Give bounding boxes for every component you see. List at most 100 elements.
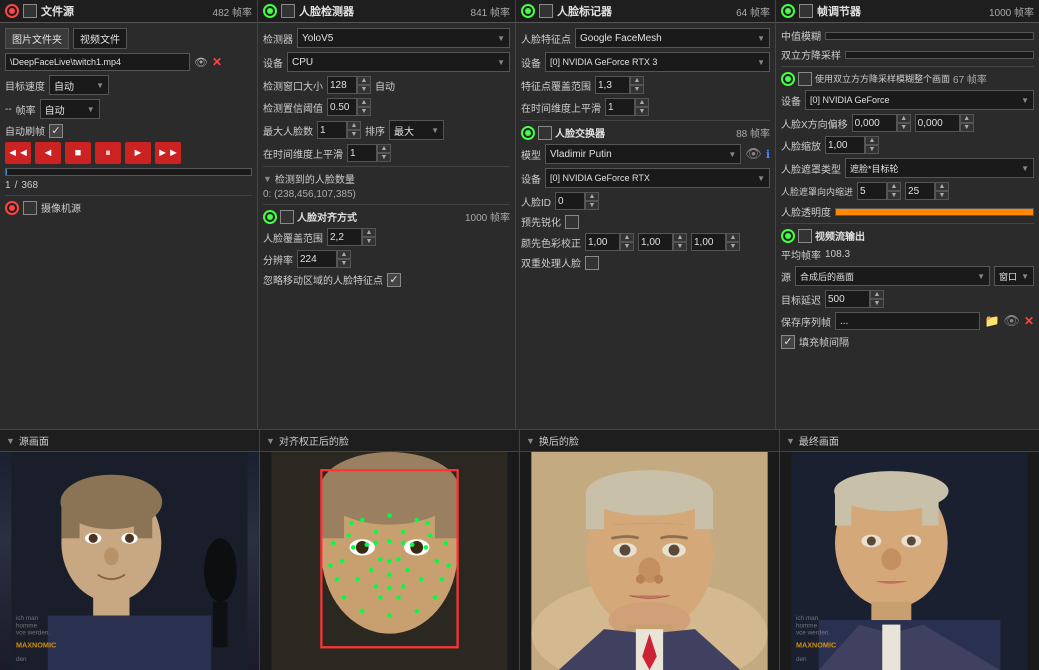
marker-coverage-up[interactable]: ▲ (630, 76, 644, 85)
file-source-power[interactable] (5, 4, 19, 18)
marker-coverage-down[interactable]: ▼ (630, 85, 644, 94)
window-size-down[interactable]: ▼ (357, 85, 371, 94)
sub-power[interactable] (781, 72, 795, 86)
scale-up[interactable]: ▲ (865, 136, 879, 145)
face-detector-checkbox[interactable] (281, 4, 295, 18)
save-folder-icon[interactable]: 📁 (984, 314, 999, 328)
rate-dropdown[interactable]: 自动 ▼ (40, 99, 100, 119)
frame-adjuster-power[interactable] (781, 4, 795, 18)
btn-play[interactable]: ► (125, 142, 151, 164)
swapper-model-eye[interactable]: 👁 (745, 146, 762, 162)
delay-input[interactable]: 500 (825, 290, 870, 308)
fill-checkbox[interactable]: ✓ (781, 335, 795, 349)
pre-sharpen-checkbox[interactable] (565, 215, 579, 229)
save-close-icon[interactable]: ✕ (1024, 314, 1034, 328)
save-path-input[interactable]: ... (835, 312, 980, 330)
y-offset-down[interactable]: ▼ (960, 123, 974, 132)
face-id-down[interactable]: ▼ (585, 201, 599, 210)
smooth-down[interactable]: ▼ (377, 153, 391, 162)
sort-dropdown[interactable]: 最大 ▼ (389, 120, 444, 140)
face-detector-power[interactable] (263, 4, 277, 18)
btn-stop[interactable]: ■ (65, 142, 91, 164)
border1-input[interactable]: 5 (857, 182, 887, 200)
scale-down[interactable]: ▼ (865, 145, 879, 154)
ignore-moving-checkbox[interactable]: ✓ (387, 273, 401, 287)
face-marker-checkbox[interactable] (539, 4, 553, 18)
save-eye-icon[interactable]: 👁 (1003, 313, 1020, 329)
max-faces-input[interactable]: 1 (317, 121, 347, 139)
btn-forward-fast[interactable]: ►► (155, 142, 181, 164)
detected-count-toggle[interactable]: ▼ 检测到的人脸数量 (263, 171, 510, 186)
camera-checkbox[interactable] (23, 201, 37, 215)
threshold-input[interactable]: 0.50 (327, 98, 357, 116)
auto-feed-checkbox[interactable]: ✓ (49, 124, 63, 138)
progress-bar[interactable] (5, 168, 252, 176)
median-blur-slider[interactable] (825, 32, 1034, 40)
face-type-dropdown[interactable]: 遮脸*目标轮 ▼ (845, 158, 1034, 178)
aligner-coverage-up[interactable]: ▲ (362, 228, 376, 237)
marker-device-dropdown[interactable]: [0] NVIDIA GeForce RTX 3 ▼ (545, 52, 770, 72)
bilateral-slider[interactable] (845, 51, 1034, 59)
marker-smooth-up[interactable]: ▲ (635, 98, 649, 107)
color2-input[interactable]: 1,00 (638, 233, 673, 251)
swapper-device-dropdown[interactable]: [0] NVIDIA GeForce RTX ▼ (545, 168, 770, 188)
marker-coverage-input[interactable]: 1,3 (595, 76, 630, 94)
color2-up[interactable]: ▲ (673, 233, 687, 242)
threshold-down[interactable]: ▼ (357, 107, 371, 116)
tab-video-file[interactable]: 视频文件 (73, 28, 127, 49)
border2-input[interactable]: 25 (905, 182, 935, 200)
max-faces-up[interactable]: ▲ (347, 121, 361, 130)
swapper-checkbox[interactable] (538, 126, 552, 140)
stream-source-dropdown[interactable]: 合成后的画面 ▼ (795, 266, 990, 286)
frame-adjuster-checkbox[interactable] (799, 4, 813, 18)
file-eye-icon[interactable]: 👁 (194, 56, 208, 69)
adjuster-device-dropdown[interactable]: [0] NVIDIA GeForce ▼ (805, 90, 1034, 110)
btn-rewind[interactable]: ◄ (35, 142, 61, 164)
color3-down[interactable]: ▼ (726, 242, 740, 251)
smooth-input[interactable]: 1 (347, 144, 377, 162)
swapper-power[interactable] (521, 126, 535, 140)
face-marker-power[interactable] (521, 4, 535, 18)
target-speed-dropdown[interactable]: 自动 ▼ (49, 75, 109, 95)
color3-input[interactable]: 1,00 (691, 233, 726, 251)
stream-window-dropdown[interactable]: 窗口 ▼ (994, 266, 1034, 286)
delay-up[interactable]: ▲ (870, 290, 884, 299)
window-size-input[interactable]: 128 (327, 76, 357, 94)
x-offset-input[interactable]: 0,000 (852, 114, 897, 132)
x-offset-up[interactable]: ▲ (897, 114, 911, 123)
aligner-checkbox[interactable] (280, 210, 294, 224)
btn-pause[interactable]: ⏸ (95, 142, 121, 164)
detector-dropdown[interactable]: YoloV5 ▼ (297, 28, 510, 48)
border2-up[interactable]: ▲ (935, 182, 949, 191)
border1-up[interactable]: ▲ (887, 182, 901, 191)
file-source-checkbox[interactable] (23, 4, 37, 18)
camera-power[interactable] (5, 201, 19, 215)
aligner-resolution-input[interactable]: 224 (297, 250, 337, 268)
detector-device-dropdown[interactable]: CPU ▼ (287, 52, 510, 72)
dual-checkbox[interactable] (585, 256, 599, 270)
border1-down[interactable]: ▼ (887, 191, 901, 200)
stream-checkbox[interactable] (798, 229, 812, 243)
face-id-up[interactable]: ▲ (585, 192, 599, 201)
marker-smooth-down[interactable]: ▼ (635, 107, 649, 116)
landmarks-dropdown[interactable]: Google FaceMesh ▼ (575, 28, 770, 48)
color1-input[interactable]: 1,00 (585, 233, 620, 251)
face-id-input[interactable]: 0 (555, 192, 585, 210)
color3-up[interactable]: ▲ (726, 233, 740, 242)
window-size-up[interactable]: ▲ (357, 76, 371, 85)
y-offset-up[interactable]: ▲ (960, 114, 974, 123)
scale-input[interactable]: 1,00 (825, 136, 865, 154)
aligner-coverage-input[interactable]: 2,2 (327, 228, 362, 246)
border2-down[interactable]: ▼ (935, 191, 949, 200)
sub-checkbox[interactable] (798, 72, 812, 86)
x-offset-down[interactable]: ▼ (897, 123, 911, 132)
smooth-up[interactable]: ▲ (377, 144, 391, 153)
opacity-slider[interactable] (835, 208, 1034, 216)
stream-power[interactable] (781, 229, 795, 243)
swapper-model-info[interactable]: ℹ (766, 148, 770, 161)
color2-down[interactable]: ▼ (673, 242, 687, 251)
threshold-up[interactable]: ▲ (357, 98, 371, 107)
btn-rewind-fast[interactable]: ◄◄ (5, 142, 31, 164)
tab-image-folder[interactable]: 图片文件夹 (5, 28, 69, 49)
color1-down[interactable]: ▼ (620, 242, 634, 251)
